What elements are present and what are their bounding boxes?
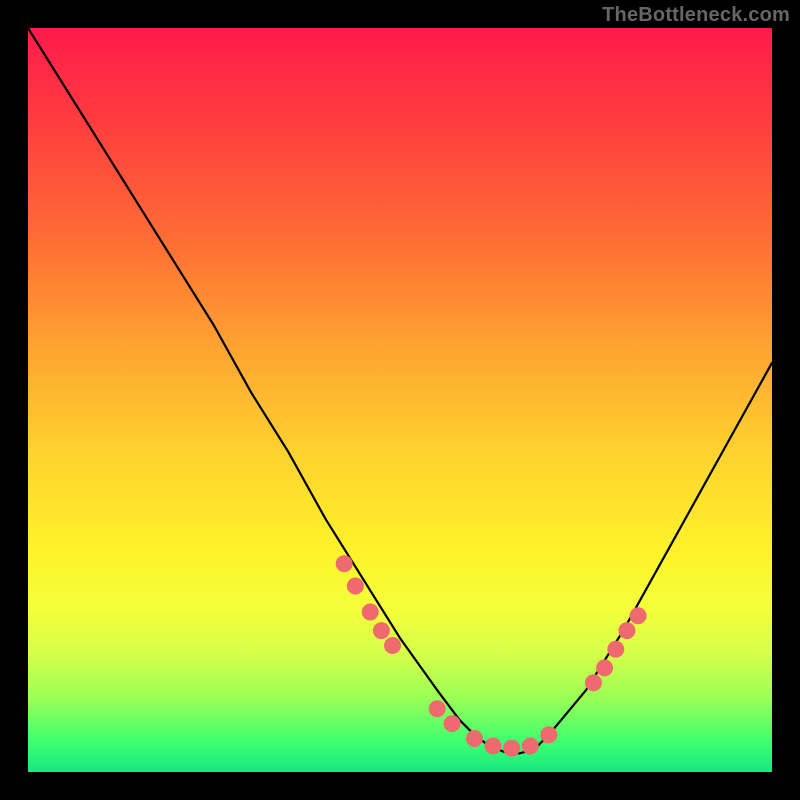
chart-stage: TheBottleneck.com — [0, 0, 800, 800]
watermark-text: TheBottleneck.com — [602, 4, 790, 27]
plot-area — [28, 28, 772, 772]
marker-point — [630, 607, 647, 624]
marker-point — [485, 737, 502, 754]
marker-point — [607, 641, 624, 658]
marker-point — [336, 555, 353, 572]
marker-point — [596, 659, 613, 676]
marker-point — [429, 700, 446, 717]
marker-point — [362, 604, 379, 621]
marker-point — [618, 622, 635, 639]
marker-point — [540, 726, 557, 743]
marker-point — [347, 578, 364, 595]
marker-point — [503, 740, 520, 757]
bottleneck-chart — [28, 28, 772, 772]
marker-point — [585, 674, 602, 691]
marker-point — [466, 730, 483, 747]
marker-point — [373, 622, 390, 639]
marker-point — [522, 737, 539, 754]
marker-point — [444, 715, 461, 732]
marker-point — [384, 637, 401, 654]
